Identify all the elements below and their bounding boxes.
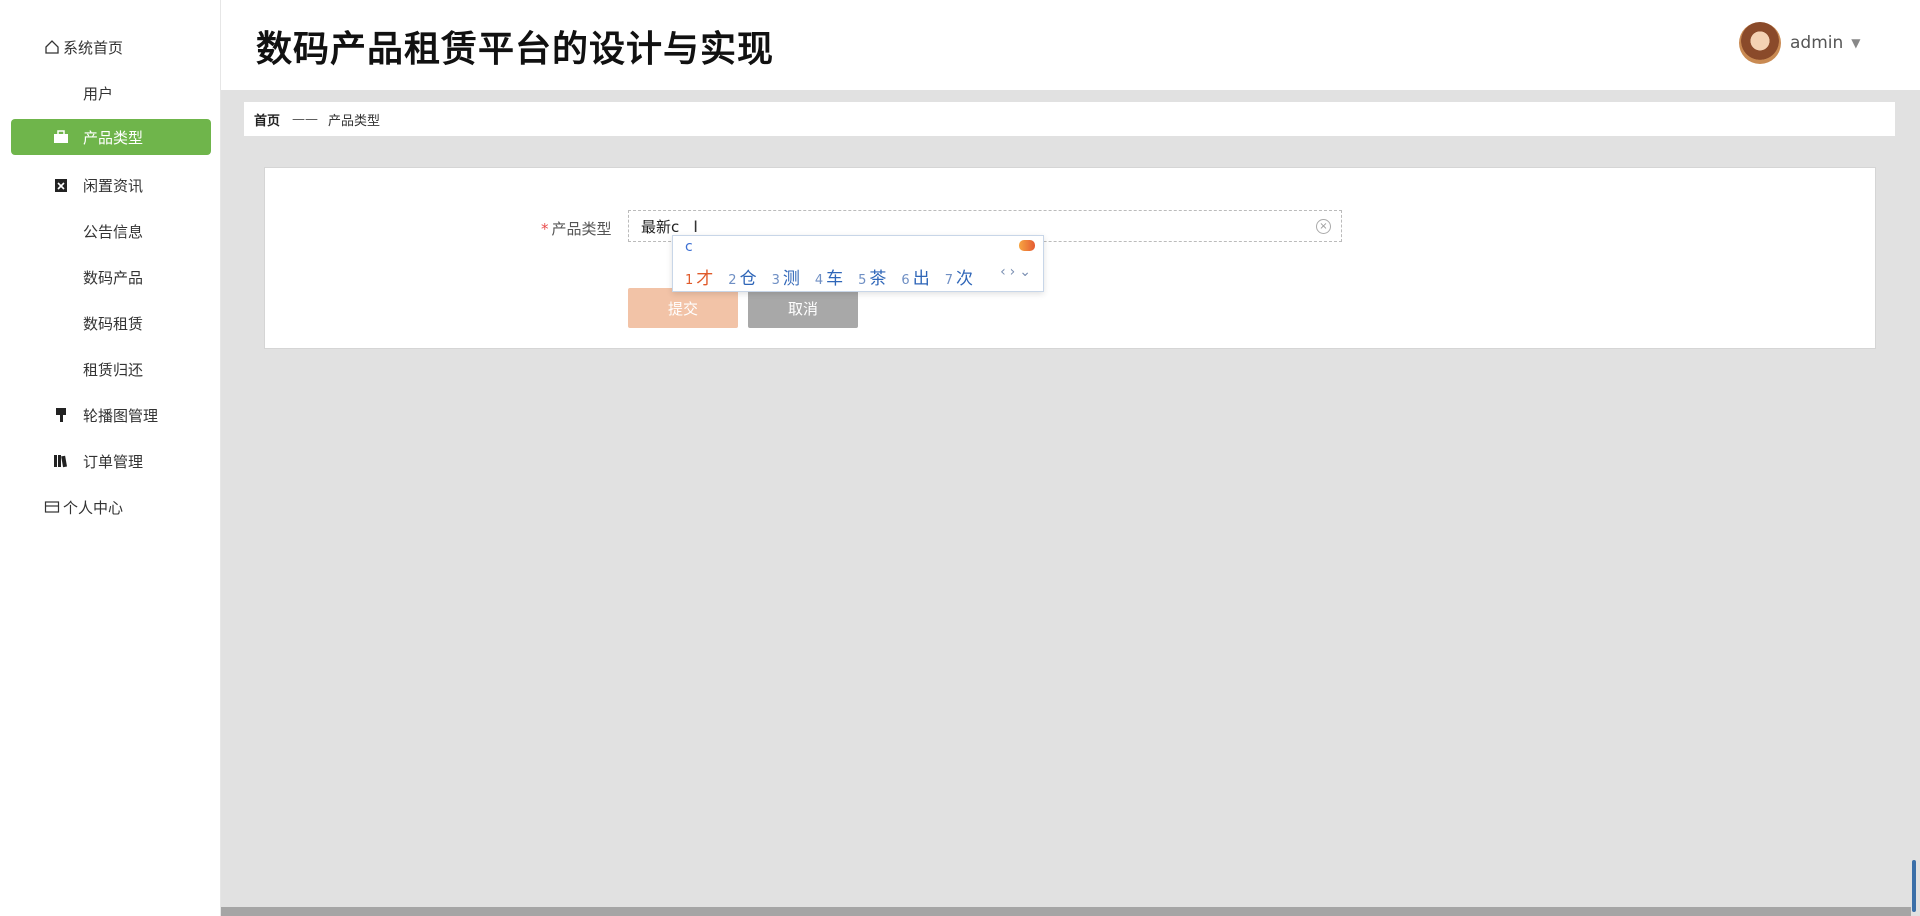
ime-candidate[interactable]: 4车: [815, 264, 843, 289]
product-type-label: * 产品类型: [541, 220, 612, 238]
breadcrumb-current: 产品类型: [328, 113, 381, 129]
sidebar-item-label: 订单管理: [83, 452, 144, 471]
grid-icon: [53, 315, 69, 331]
ime-candidate[interactable]: 2仓: [728, 264, 756, 289]
text-cursor-icon: I: [693, 216, 698, 236]
sidebar-item-label: 用户: [83, 84, 114, 103]
sidebar-item-announcements[interactable]: 公告信息: [11, 213, 211, 249]
books-icon: [53, 453, 69, 469]
ime-candidate[interactable]: 3测: [772, 264, 800, 289]
sidebar: 系统首页 用户 产品类型 闲置资讯 公告信息 数码产品 数码租赁 租赁归还 轮播…: [0, 0, 221, 916]
ime-candidate[interactable]: 7次: [945, 264, 973, 289]
sidebar-item-profile[interactable]: 个人中心: [11, 489, 211, 525]
sidebar-item-digital-rental[interactable]: 数码租赁: [11, 305, 211, 341]
briefcase-icon: [53, 129, 69, 145]
sidebar-item-label: 系统首页: [63, 38, 124, 57]
sidebar-item-idle-news[interactable]: 闲置资讯: [11, 167, 211, 203]
grid-icon: [53, 85, 69, 101]
sidebar-item-label: 产品类型: [83, 128, 144, 147]
breadcrumb-separator: ——: [292, 111, 319, 127]
sidebar-item-label: 数码产品: [83, 268, 144, 287]
horizontal-scrollbar[interactable]: [221, 907, 1911, 916]
sidebar-item-home[interactable]: 系统首页: [11, 29, 211, 65]
ime-candidate[interactable]: 5茶: [858, 264, 886, 289]
ime-candidate[interactable]: 6出: [901, 264, 929, 289]
submit-button[interactable]: 提交: [628, 288, 738, 328]
sidebar-item-label: 闲置资讯: [83, 176, 144, 195]
ime-candidate[interactable]: 1才: [685, 264, 713, 289]
sidebar-item-label: 租赁归还: [83, 360, 144, 379]
grid-icon: [53, 269, 69, 285]
avatar[interactable]: [1739, 22, 1781, 64]
sidebar-item-users[interactable]: 用户: [11, 75, 211, 111]
form-card: * 产品类型 最新c I × 提交 取消: [264, 167, 1876, 349]
ime-composition: c: [685, 239, 693, 255]
sidebar-item-digital-products[interactable]: 数码产品: [11, 259, 211, 295]
sidebar-item-label: 公告信息: [83, 222, 144, 241]
clipboard-x-icon: [53, 177, 69, 193]
sidebar-item-product-type[interactable]: 产品类型: [11, 119, 211, 155]
username[interactable]: admin: [1790, 33, 1843, 53]
sidebar-item-rental-return[interactable]: 租赁归还: [11, 351, 211, 387]
home-icon: [44, 39, 60, 55]
input-value: 最新c: [641, 217, 680, 236]
header: 数码产品租赁平台的设计与实现 admin ▼: [221, 0, 1920, 90]
vertical-scrollbar[interactable]: [1912, 860, 1916, 912]
sidebar-item-orders[interactable]: 订单管理: [11, 443, 211, 479]
card-icon: [44, 499, 60, 515]
brush-icon: [53, 407, 69, 423]
sidebar-item-label: 轮播图管理: [83, 406, 159, 425]
sidebar-item-label: 个人中心: [63, 498, 124, 517]
sidebar-item-label: 数码租赁: [83, 314, 144, 333]
cancel-button[interactable]: 取消: [748, 288, 858, 328]
clear-icon[interactable]: ×: [1316, 219, 1331, 234]
user-menu[interactable]: admin ▼: [1739, 22, 1861, 64]
page-title: 数码产品租赁平台的设计与实现: [256, 29, 775, 70]
breadcrumb: 首页 —— 产品类型: [244, 102, 1895, 136]
grid-icon: [53, 361, 69, 377]
breadcrumb-home[interactable]: 首页: [254, 110, 280, 129]
ime-page-nav[interactable]: ‹›⌄: [1000, 264, 1035, 280]
required-mark: *: [541, 220, 549, 238]
ime-candidate-popup: c 1才 2仓 3测 4车 5茶 6出 7次 ‹›⌄: [672, 235, 1044, 292]
ime-candidates: 1才 2仓 3测 4车 5茶 6出 7次: [685, 264, 988, 289]
ime-logo-icon: [1019, 240, 1035, 251]
sidebar-item-carousel[interactable]: 轮播图管理: [11, 397, 211, 433]
chevron-down-icon[interactable]: ▼: [1851, 36, 1860, 50]
grid9-icon: [53, 223, 69, 239]
